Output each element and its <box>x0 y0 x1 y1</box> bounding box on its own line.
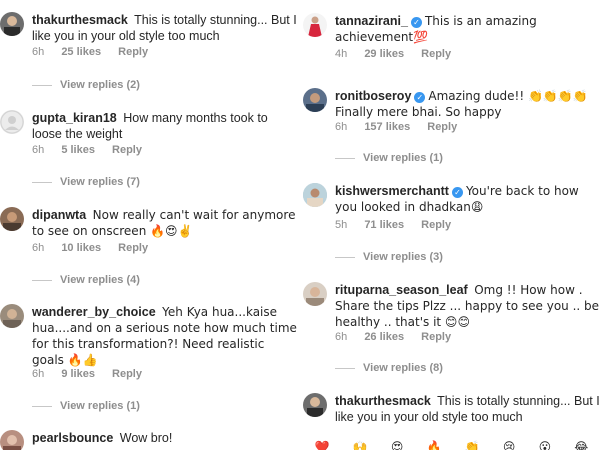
username[interactable]: rituparna_season_leaf <box>335 283 468 297</box>
view-replies-button[interactable]: View replies (4) <box>32 274 140 286</box>
timestamp[interactable]: 5h <box>335 219 347 231</box>
view-replies-button[interactable]: View replies (8) <box>335 362 443 374</box>
right-comments-column: tannazirani_ ✓ This is an amazing achievem… <box>303 0 600 450</box>
view-replies-button[interactable]: View replies (1) <box>335 152 443 164</box>
laughing-emoji-icon[interactable]: 😂 <box>574 440 588 450</box>
avatar[interactable] <box>303 393 327 417</box>
likes-count[interactable]: 71 likes <box>364 219 404 231</box>
likes-count[interactable]: 10 likes <box>61 242 101 254</box>
comment-meta: 4h 29 likes Reply <box>335 48 465 60</box>
left-comments-column: thakurthesmack This is totally stunning.… <box>0 0 297 450</box>
verified-badge-icon: ✓ <box>410 17 422 28</box>
likes-count[interactable]: 5 likes <box>61 144 95 156</box>
emoji-reaction-bar: ❤️ 🙌 😍 🔥 👏 😢 😮 😂 <box>303 440 600 450</box>
comment-meta: 6h 10 likes Reply <box>32 242 162 254</box>
username[interactable]: gupta_kiran18 <box>32 111 117 125</box>
crying-emoji-icon[interactable]: 😢 <box>503 440 516 450</box>
likes-count[interactable]: 157 likes <box>364 121 410 133</box>
view-replies-button[interactable]: View replies (7) <box>32 176 140 188</box>
view-replies-button[interactable]: View replies (3) <box>335 251 443 263</box>
comment-meta: 6h 26 likes Reply <box>335 331 465 343</box>
reply-button[interactable]: Reply <box>421 219 451 231</box>
avatar[interactable] <box>303 183 327 207</box>
reply-button[interactable]: Reply <box>112 144 142 156</box>
username[interactable]: wanderer_by_choice <box>32 305 156 319</box>
comment-meta: 6h 25 likes Reply <box>32 46 162 58</box>
reply-button[interactable]: Reply <box>112 368 142 380</box>
avatar[interactable] <box>0 304 24 328</box>
comment-meta: 6h 157 likes Reply <box>335 121 471 133</box>
likes-count[interactable]: 29 likes <box>364 48 404 60</box>
username[interactable]: tannazirani_ <box>335 14 408 28</box>
timestamp[interactable]: 6h <box>32 144 44 156</box>
comment-meta: 5h 71 likes Reply <box>335 219 465 231</box>
reply-button[interactable]: Reply <box>421 48 451 60</box>
likes-count[interactable]: 25 likes <box>61 46 101 58</box>
replies-divider <box>335 157 355 159</box>
view-replies-button[interactable]: View replies (1) <box>32 400 140 412</box>
replies-divider <box>335 256 355 258</box>
avatar[interactable] <box>0 430 24 450</box>
reply-button[interactable]: Reply <box>118 46 148 58</box>
avatar[interactable] <box>303 88 327 112</box>
surprised-emoji-icon[interactable]: 😮 <box>539 440 552 450</box>
username[interactable]: pearlsbounce <box>32 431 113 445</box>
timestamp[interactable]: 4h <box>335 48 347 60</box>
avatar[interactable] <box>0 12 24 36</box>
comment-meta: 6h 9 likes Reply <box>32 368 156 380</box>
clap-emoji-icon[interactable]: 👏 <box>465 440 480 450</box>
username[interactable]: ronitboseroy <box>335 89 411 103</box>
timestamp[interactable]: 6h <box>32 242 44 254</box>
avatar[interactable] <box>303 282 327 306</box>
username[interactable]: thakurthesmack <box>32 13 128 27</box>
reply-button[interactable]: Reply <box>427 121 457 133</box>
heart-eyes-emoji-icon[interactable]: 😍 <box>391 440 404 450</box>
view-replies-button[interactable]: View replies (2) <box>32 79 140 91</box>
avatar[interactable] <box>0 110 24 134</box>
username[interactable]: kishwersmerchantt <box>335 184 449 198</box>
comment-meta: 6h 5 likes Reply <box>32 144 156 156</box>
likes-count[interactable]: 9 likes <box>61 368 95 380</box>
timestamp[interactable]: 6h <box>335 121 347 133</box>
replies-divider <box>32 181 52 183</box>
verified-badge-icon: ✓ <box>451 187 463 198</box>
comment-text: Wow bro! <box>119 431 173 445</box>
avatar[interactable] <box>303 13 327 37</box>
likes-count[interactable]: 26 likes <box>364 331 404 343</box>
fire-emoji-icon[interactable]: 🔥 <box>427 440 442 450</box>
username[interactable]: dipanwta <box>32 208 86 222</box>
raised-hands-emoji-icon[interactable]: 🙌 <box>353 440 368 450</box>
timestamp[interactable]: 6h <box>32 46 44 58</box>
avatar[interactable] <box>0 207 24 231</box>
replies-divider <box>32 279 52 281</box>
username[interactable]: thakurthesmack <box>335 394 431 408</box>
heart-emoji-icon[interactable]: ❤️ <box>315 440 330 450</box>
replies-divider <box>32 405 52 407</box>
replies-divider <box>335 367 355 369</box>
timestamp[interactable]: 6h <box>335 331 347 343</box>
replies-divider <box>32 84 52 86</box>
verified-badge-icon: ✓ <box>414 92 426 103</box>
reply-button[interactable]: Reply <box>421 331 451 343</box>
timestamp[interactable]: 6h <box>32 368 44 380</box>
reply-button[interactable]: Reply <box>118 242 148 254</box>
